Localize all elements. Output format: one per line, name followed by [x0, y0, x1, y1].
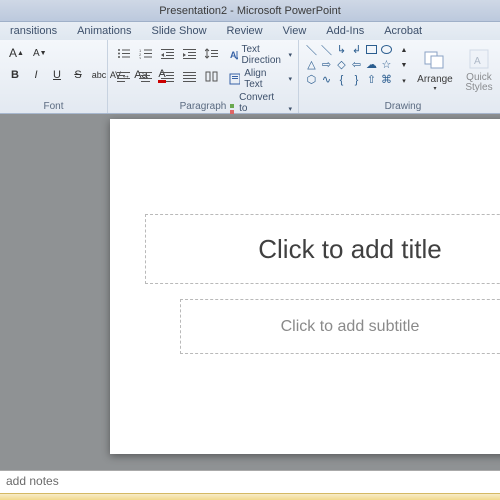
window-title: Presentation2 - Microsoft PowerPoint: [0, 0, 500, 22]
arrange-button[interactable]: Arrange ▾: [413, 43, 457, 97]
tab-slide-show[interactable]: Slide Show: [142, 22, 217, 40]
shape-line[interactable]: ＼: [305, 43, 318, 56]
line-spacing-button[interactable]: [202, 43, 221, 63]
shape-brace[interactable]: {: [335, 73, 348, 86]
ribbon-group-font: A▲ A▼ B I U S abc AV↔ Aa A Font: [0, 40, 108, 113]
tab-acrobat[interactable]: Acrobat: [374, 22, 432, 40]
gallery-down-button[interactable]: ▼: [395, 58, 413, 73]
text-shadow-button[interactable]: abc: [90, 65, 108, 85]
columns-button[interactable]: [202, 66, 221, 86]
tab-add-ins[interactable]: Add-Ins: [316, 22, 374, 40]
shape-triangle[interactable]: △: [305, 58, 318, 71]
bullets-button[interactable]: [114, 43, 133, 63]
align-center-button[interactable]: [136, 66, 155, 86]
text-direction-icon: A: [229, 49, 238, 61]
shape-cloud[interactable]: ☁: [365, 58, 378, 71]
align-text-icon: [229, 73, 240, 85]
gallery-up-button[interactable]: ▲: [395, 43, 413, 58]
ribbon-tabs: ransitions Animations Slide Show Review …: [0, 22, 500, 40]
shape-conn2[interactable]: ↲: [350, 43, 363, 56]
shape-conn[interactable]: ↳: [335, 43, 348, 56]
shape-line2[interactable]: ＼: [320, 43, 333, 56]
shape-curve[interactable]: ∿: [320, 73, 333, 86]
arrange-icon: [423, 48, 447, 72]
grow-font-button[interactable]: A▲: [6, 43, 27, 63]
shape-callout[interactable]: ⌘: [380, 73, 393, 86]
shape-arrow-u[interactable]: ⇧: [365, 73, 378, 86]
slide-canvas[interactable]: Click to add title Click to add subtitle: [110, 119, 500, 454]
align-text-button[interactable]: Align Text ▾: [229, 67, 292, 91]
shape-star[interactable]: ☆: [380, 58, 393, 71]
increase-indent-button[interactable]: [180, 43, 199, 63]
bold-button[interactable]: B: [6, 65, 24, 85]
shape-diamond[interactable]: ◇: [335, 58, 348, 71]
tab-review[interactable]: Review: [217, 22, 273, 40]
ribbon-group-drawing: ＼ ＼ ↳ ↲ △ ⇨ ◇ ⇦ ☁ ☆ ⬡ ∿ { } ⇧ ⌘ ▲ ▼ ▾ Ar…: [299, 40, 500, 113]
align-right-button[interactable]: [158, 66, 177, 86]
drawing-group-label: Drawing: [299, 101, 500, 112]
slide-workspace: Click to add title Click to add subtitle: [0, 114, 500, 470]
svg-text:3: 3: [139, 56, 142, 59]
tab-transitions[interactable]: ransitions: [0, 22, 67, 40]
numbering-button[interactable]: 123: [136, 43, 155, 63]
ribbon-group-paragraph: 123 AText Direction ▾ Align Text ▾ Conve…: [108, 40, 299, 113]
strike-button[interactable]: S: [69, 65, 87, 85]
shape-arrow-l[interactable]: ⇦: [350, 58, 363, 71]
text-direction-button[interactable]: AText Direction ▾: [229, 43, 292, 67]
ribbon: A▲ A▼ B I U S abc AV↔ Aa A Font 123: [0, 40, 500, 114]
tab-view[interactable]: View: [273, 22, 317, 40]
italic-button[interactable]: I: [27, 65, 45, 85]
paragraph-group-label: Paragraph: [108, 101, 298, 112]
shape-brace2[interactable]: }: [350, 73, 363, 86]
align-left-button[interactable]: [114, 66, 133, 86]
notes-pane[interactable]: add notes: [0, 470, 500, 493]
shape-hex[interactable]: ⬡: [305, 73, 318, 86]
gallery-more-button[interactable]: ▾: [395, 73, 413, 88]
shapes-gallery[interactable]: ＼ ＼ ↳ ↲ △ ⇨ ◇ ⇦ ☁ ☆ ⬡ ∿ { } ⇧ ⌘: [305, 43, 393, 86]
underline-button[interactable]: U: [48, 65, 66, 85]
shrink-font-button[interactable]: A▼: [30, 43, 50, 63]
quick-styles-button[interactable]: A Quick Styles: [457, 43, 500, 97]
tab-animations[interactable]: Animations: [67, 22, 141, 40]
justify-button[interactable]: [180, 66, 199, 86]
status-bar: [0, 493, 500, 500]
title-placeholder[interactable]: Click to add title: [145, 214, 500, 284]
shape-oval[interactable]: [380, 43, 393, 56]
shape-rect[interactable]: [365, 43, 378, 56]
shape-arrow-r[interactable]: ⇨: [320, 58, 333, 71]
font-group-label: Font: [0, 101, 107, 112]
quick-styles-icon: A: [467, 47, 491, 71]
decrease-indent-button[interactable]: [158, 43, 177, 63]
svg-text:A: A: [474, 56, 481, 67]
subtitle-placeholder[interactable]: Click to add subtitle: [180, 299, 500, 354]
